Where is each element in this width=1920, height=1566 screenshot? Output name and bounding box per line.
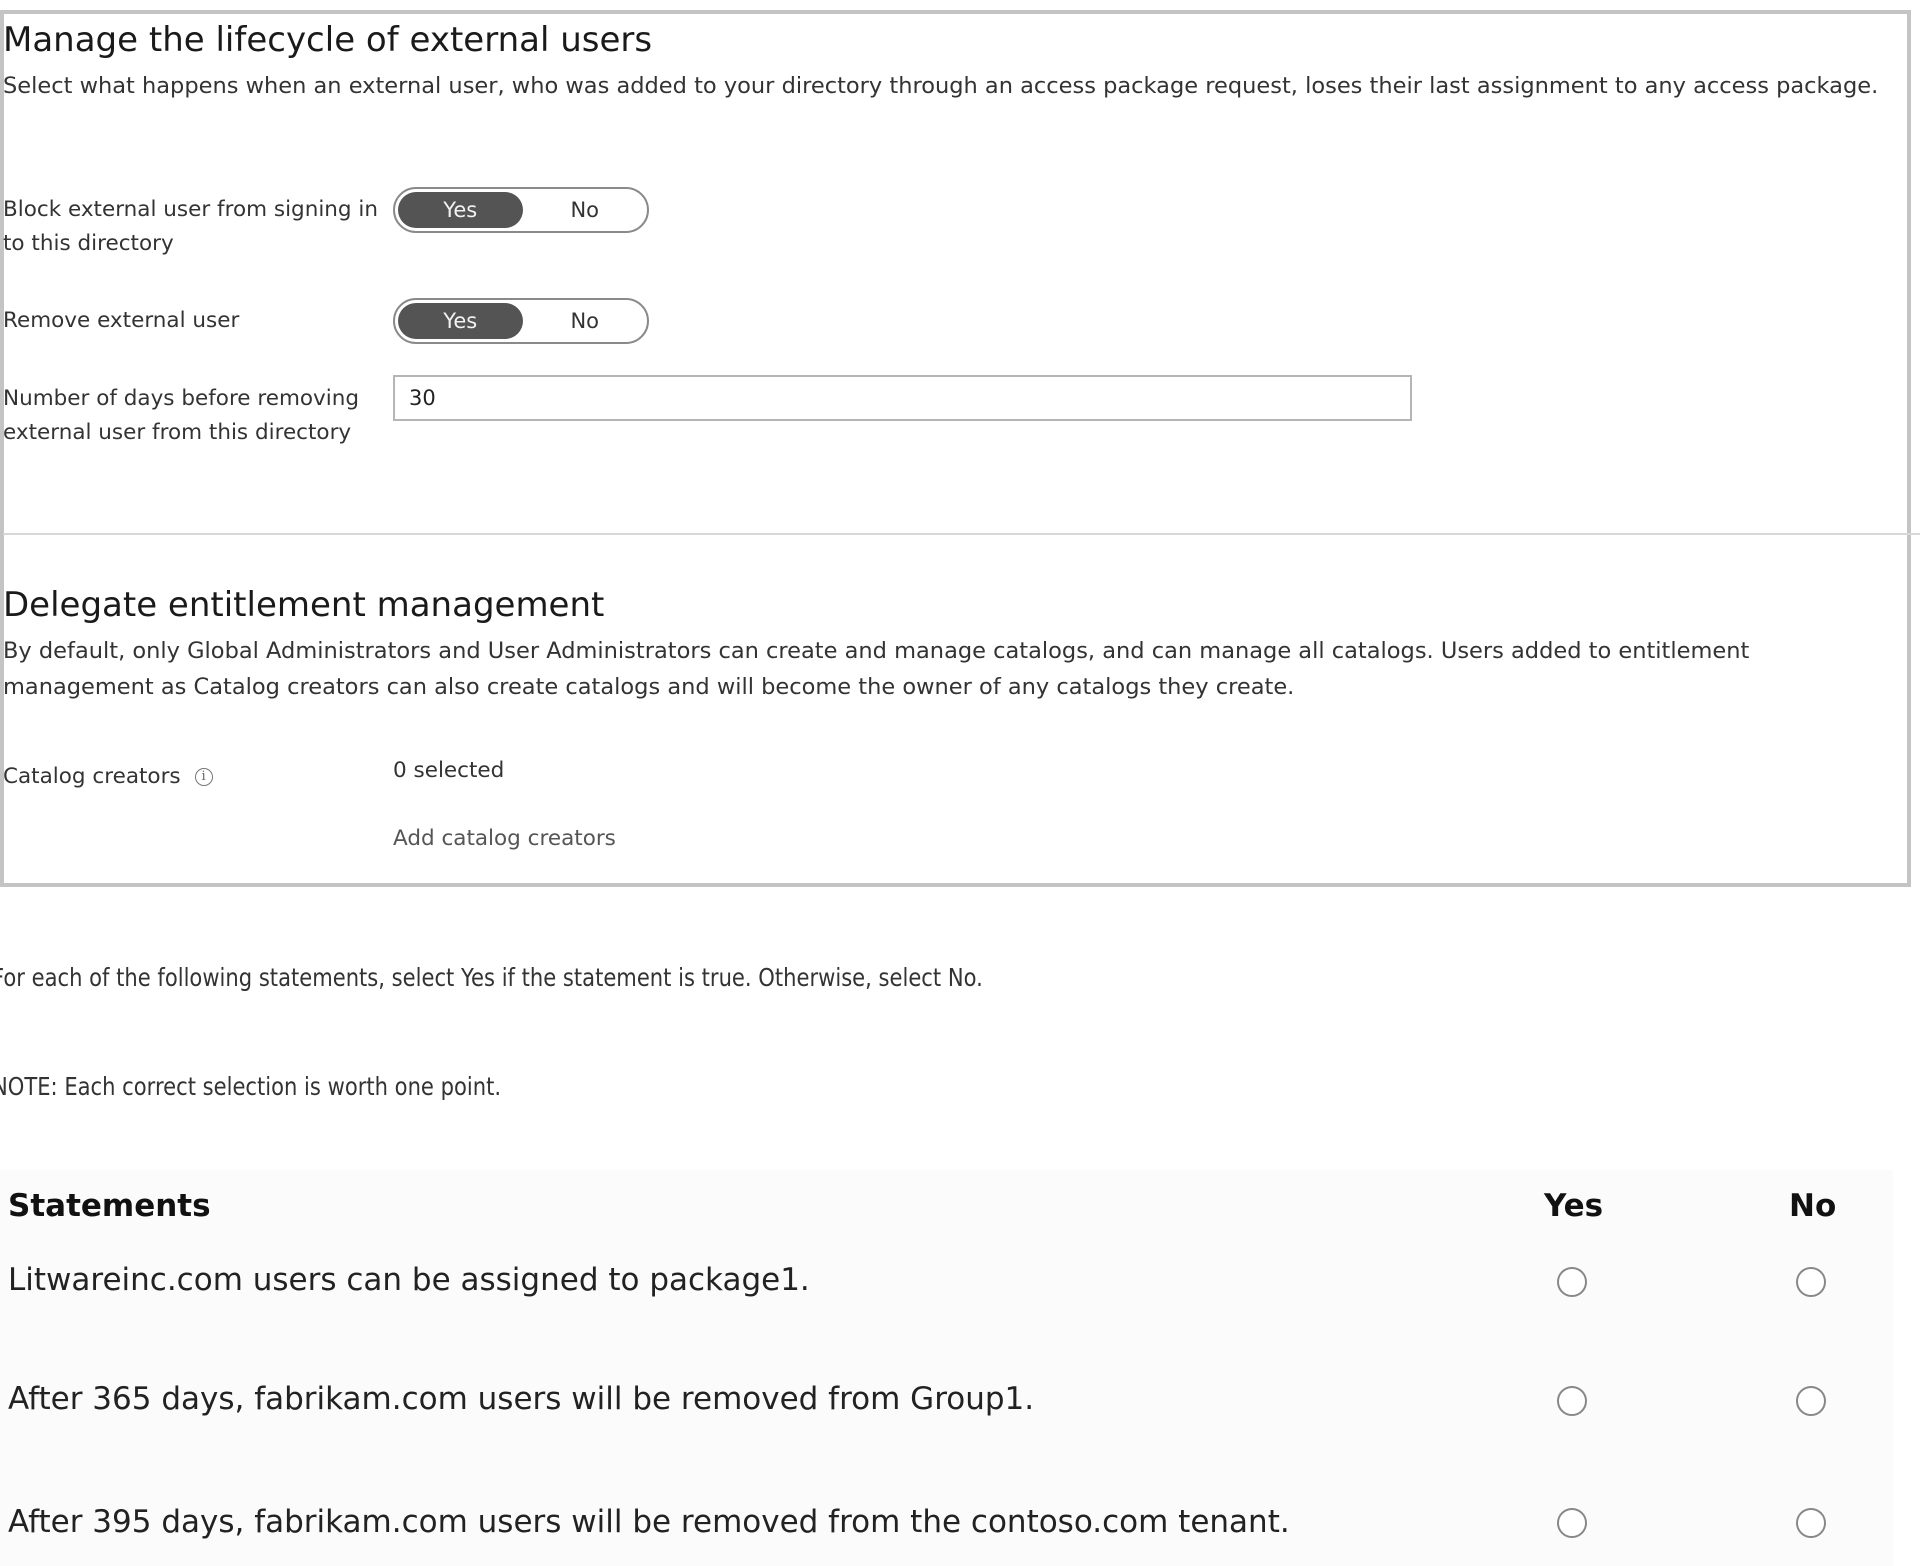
statement-2-yes-radio[interactable] [1557,1386,1587,1416]
catalog-creators-label-row: Catalog creators i [3,760,213,794]
note-text: NOTE: Each correct selection is worth on… [0,1072,502,1101]
statement-3-yes-radio[interactable] [1557,1508,1587,1538]
catalog-creators-label: Catalog creators [3,764,181,789]
block-signin-toggle[interactable]: Yes No [393,187,649,233]
statement-1-no-radio[interactable] [1796,1267,1826,1297]
remove-user-toggle[interactable]: Yes No [393,298,649,344]
delegate-description: By default, only Global Administrators a… [3,638,1750,700]
info-icon[interactable]: i [194,768,213,786]
no-column-header: No [1789,1188,1837,1224]
statement-row-1: Litwareinc.com users can be assigned to … [8,1262,810,1298]
block-signin-no-option[interactable]: No [523,192,648,228]
block-signin-yes-option[interactable]: Yes [398,192,523,228]
remove-user-no-option[interactable]: No [523,303,648,339]
statement-row-2: After 365 days, fabrikam.com users will … [8,1381,1035,1417]
remove-user-label: Remove external user [3,308,240,333]
statements-header: Statements [8,1188,211,1224]
statement-1-yes-radio[interactable] [1557,1267,1587,1297]
statement-2-no-radio[interactable] [1796,1386,1826,1416]
catalog-creators-count: 0 selected [393,758,505,783]
days-before-removing-input[interactable] [393,375,1412,421]
block-signin-label: Block external user from signing in to t… [3,197,379,256]
delegate-title: Delegate entitlement management [3,585,605,625]
instruction-text: For each of the following statements, se… [0,963,983,992]
yes-column-header: Yes [1544,1188,1604,1224]
add-catalog-creators-link[interactable]: Add catalog creators [393,826,616,851]
lifecycle-description: Select what happens when an external use… [3,73,1879,99]
lifecycle-title: Manage the lifecycle of external users [3,20,653,60]
statement-3-no-radio[interactable] [1796,1508,1826,1538]
statement-row-3: After 395 days, fabrikam.com users will … [8,1504,1290,1540]
section-divider [3,533,1920,535]
remove-user-yes-option[interactable]: Yes [398,303,523,339]
days-before-removing-label: Number of days before removing external … [3,386,360,445]
